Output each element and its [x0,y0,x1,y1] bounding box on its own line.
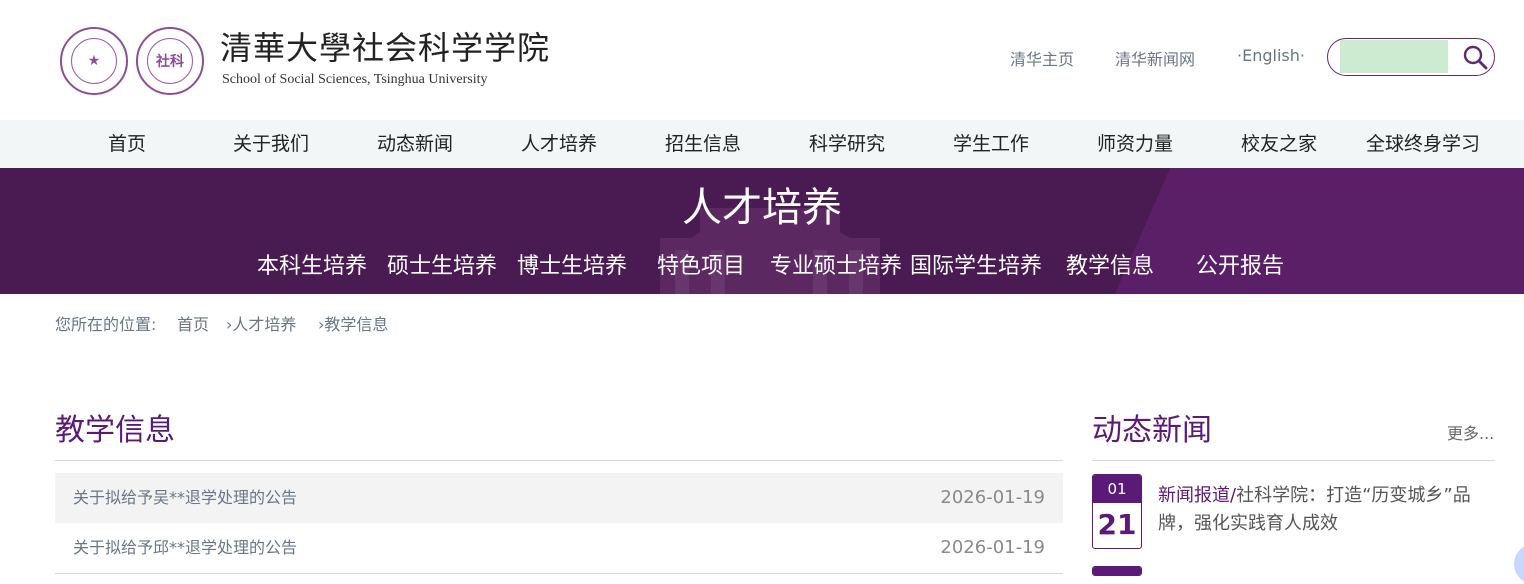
news-day: 21 [1097,508,1137,541]
section-banner: 人才培养 本科生培养 硕士生培养 博士生培养 特色项目 专业硕士培养 国际学生培… [0,168,1524,294]
nav-faculty[interactable]: 师资力量 [1063,120,1207,168]
nav-about[interactable]: 关于我们 [199,120,343,168]
subnav-undergrad[interactable]: 本科生培养 [257,250,367,284]
side-divider [1092,460,1495,461]
site-header: ★ 社科 清華大學社会科学学院 School of Social Science… [0,0,1524,120]
news-date-badge-next [1092,566,1142,576]
list-item-date: 2026-01-19 [940,487,1045,508]
more-link[interactable]: 更多... [1447,420,1494,444]
list-item-date: 2026-01-19 [940,537,1045,558]
search-input[interactable] [1340,40,1448,73]
breadcrumb-teaching[interactable]: ›教学信息 [318,311,388,335]
nav-research[interactable]: 科学研究 [775,120,919,168]
row-divider [55,573,1063,574]
seal-center: 社科 [147,38,193,84]
list-item-title[interactable]: 关于拟给予吴**退学处理的公告 [73,473,297,523]
subnav-international[interactable]: 国际学生培养 [910,250,1042,284]
breadcrumb-home[interactable]: 首页 [177,311,209,335]
link-tsinghua-home[interactable]: 清华主页 [1010,46,1074,70]
nav-alumni[interactable]: 校友之家 [1207,120,1351,168]
page-title: 教学信息 [55,413,175,448]
banner-title: 人才培养 [682,185,842,231]
seal-star-icon: ★ [87,53,101,69]
seal-center: ★ [71,38,117,84]
school-name-en[interactable]: School of Social Sciences, Tsinghua Univ… [222,72,488,88]
search-box [1327,38,1495,76]
link-tsinghua-news[interactable]: 清华新闻网 [1115,46,1195,70]
nav-education[interactable]: 人才培养 [487,120,631,168]
main-nav: 首页 关于我们 动态新闻 人才培养 招生信息 科学研究 学生工作 师资力量 校友… [0,120,1524,168]
school-name-cn[interactable]: 清華大學社会科学学院 [220,28,550,68]
nav-admission[interactable]: 招生信息 [631,120,775,168]
link-english[interactable]: ·English· [1237,46,1305,70]
list-item[interactable]: 关于拟给予吴**退学处理的公告 2026-01-19 [55,473,1063,523]
subnav-public-report[interactable]: 公开报告 [1196,250,1284,284]
news-month-next [1093,567,1141,575]
nav-lifelong[interactable]: 全球终身学习 [1351,120,1495,168]
nav-home[interactable]: 首页 [55,120,199,168]
school-seal-text: 社科 [156,54,184,70]
list-item-title[interactable]: 关于拟给予邱**退学处理的公告 [73,523,297,573]
subnav-special[interactable]: 特色项目 [657,250,745,284]
floating-tool-button[interactable] [1514,544,1524,584]
nav-news[interactable]: 动态新闻 [343,120,487,168]
subnav-phd[interactable]: 博士生培养 [517,250,627,284]
list-item[interactable]: 关于拟给予邱**退学处理的公告 2026-01-19 [55,523,1063,573]
side-title: 动态新闻 [1092,413,1212,448]
title-divider [55,460,1063,461]
search-icon [1463,45,1488,70]
news-month: 01 [1093,475,1141,503]
news-item-link[interactable]: 新闻报道/社科学院：打造“历变城乡”品牌，强化实践育人成效 [1158,482,1498,538]
subnav-prof-master[interactable]: 专业硕士培养 [770,250,902,284]
tsinghua-seal-logo[interactable]: ★ [60,27,128,95]
search-button[interactable] [1460,42,1490,72]
school-seal-logo[interactable]: 社科 [136,27,204,95]
subnav-master[interactable]: 硕士生培养 [387,250,497,284]
news-date-badge: 01 21 [1092,474,1142,549]
news-tag: 新闻报道/ [1158,485,1237,506]
subnav-teaching-info[interactable]: 教学信息 [1066,250,1154,284]
nav-student[interactable]: 学生工作 [919,120,1063,168]
breadcrumb-education[interactable]: ›人才培养 [226,311,296,335]
breadcrumb-label: 您所在的位置: [55,315,157,334]
